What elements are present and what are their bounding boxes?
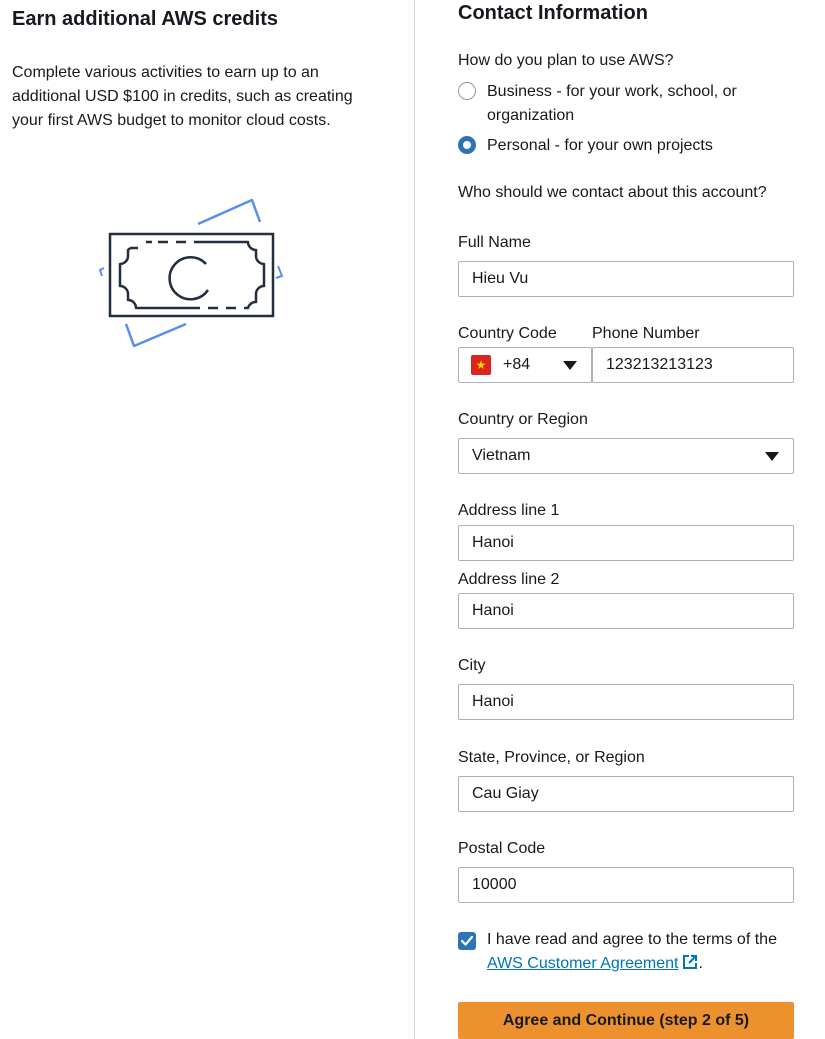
country-region-value: Vietnam <box>472 447 531 464</box>
country-code-label: Country Code <box>458 325 557 342</box>
address-line-2-input[interactable] <box>458 593 794 629</box>
country-code-value: +84 <box>503 356 531 373</box>
address-line-2-label: Address line 2 <box>458 571 560 588</box>
credits-panel: Earn additional AWS credits Complete var… <box>0 0 415 1039</box>
agreement-checkbox[interactable] <box>458 932 476 950</box>
phone-number-input[interactable] <box>592 347 794 383</box>
money-bill-icon <box>96 198 288 350</box>
checkmark-icon <box>461 936 473 946</box>
agree-continue-button[interactable]: Agree and Continue (step 2 of 5) <box>458 1002 794 1039</box>
contact-question: Who should we contact about this account… <box>458 184 767 201</box>
phone-number-label: Phone Number <box>592 325 700 342</box>
country-region-label: Country or Region <box>458 411 588 428</box>
full-name-input[interactable] <box>458 261 794 297</box>
personal-option-label: Personal - for your own projects <box>487 137 713 154</box>
usage-question: How do you plan to use AWS? <box>458 52 674 69</box>
credits-title: Earn additional AWS credits <box>12 8 278 30</box>
business-radio[interactable] <box>458 82 476 100</box>
address-line-1-input[interactable] <box>458 525 794 561</box>
full-name-label: Full Name <box>458 234 531 251</box>
personal-radio[interactable] <box>458 136 476 154</box>
chevron-down-icon <box>563 361 577 370</box>
chevron-down-icon <box>765 452 779 461</box>
customer-agreement-link-label: AWS Customer Agreement <box>487 955 679 972</box>
postal-code-label: Postal Code <box>458 840 546 857</box>
contact-info-title: Contact Information <box>458 2 648 24</box>
city-input[interactable] <box>458 684 794 720</box>
usage-option-personal[interactable]: Personal - for your own projects <box>458 134 794 158</box>
panel-divider <box>414 0 415 1039</box>
contact-information-form: Contact Information How do you plan to u… <box>458 0 794 1039</box>
agreement-row: I have read and agree to the terms of th… <box>458 928 794 976</box>
state-label: State, Province, or Region <box>458 749 645 766</box>
postal-code-input[interactable] <box>458 867 794 903</box>
credits-description: Complete various activities to earn up t… <box>12 64 353 129</box>
country-code-select[interactable]: ★ +84 <box>458 347 592 383</box>
customer-agreement-link[interactable]: AWS Customer Agreement <box>487 955 698 972</box>
business-option-label: Business - for your work, school, or org… <box>487 83 737 124</box>
country-region-select[interactable]: Vietnam <box>458 438 794 474</box>
address-line-1-label: Address line 1 <box>458 502 560 519</box>
city-label: City <box>458 657 486 674</box>
agreement-text-before: I have read and agree to the terms of th… <box>487 931 777 948</box>
agreement-text: I have read and agree to the terms of th… <box>487 928 787 976</box>
usage-option-business[interactable]: Business - for your work, school, or org… <box>458 80 794 128</box>
agreement-text-after: . <box>698 955 703 972</box>
state-input[interactable] <box>458 776 794 812</box>
external-link-icon <box>683 955 698 969</box>
vietnam-flag-icon: ★ <box>471 355 491 375</box>
